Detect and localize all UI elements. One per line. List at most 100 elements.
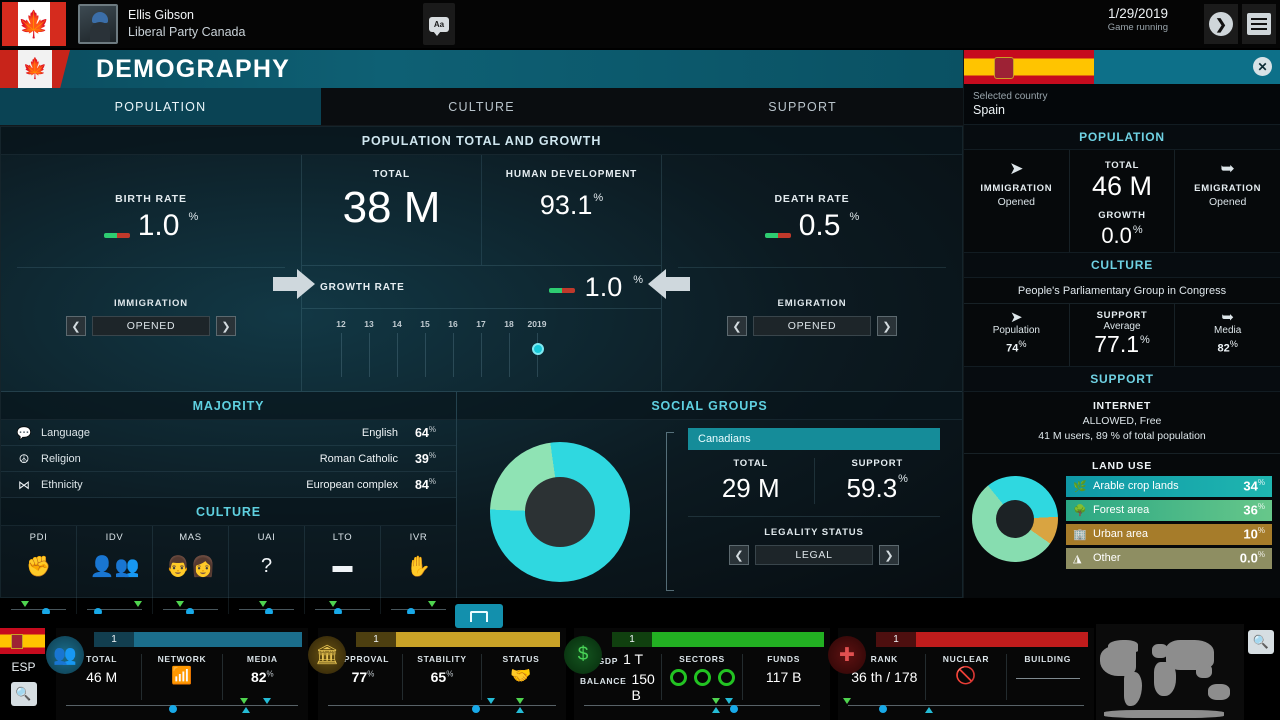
sidebar-total-label: TOTAL <box>1105 160 1139 171</box>
growth-rate-label: GROWTH RATE <box>320 282 405 293</box>
legality-stepper: ❮ LEGAL ❯ <box>688 545 940 565</box>
hud-value: 36 th / 178 <box>851 669 917 685</box>
sidebar-culture-media: ➥ Media 82% <box>1174 304 1280 366</box>
landuse-rows: 🌿 Arable crop lands 34% 🌳 Forest area 36… <box>1066 476 1272 569</box>
hud-label: NUCLEAR <box>943 654 989 664</box>
list-item[interactable]: 🌿 Arable crop lands 34% <box>1066 476 1272 497</box>
selected-country-name: Spain <box>973 103 1280 117</box>
population-top-stats: TOTAL 38 M HUMAN DEVELOPMENT 93.1 % <box>302 155 661 265</box>
search-icon[interactable]: 🔍 <box>11 682 37 706</box>
majority-row-name: Religion <box>41 453 81 465</box>
hud-label: STATUS <box>503 654 540 664</box>
collapse-hud-button[interactable] <box>455 604 503 628</box>
hud-label: FUNDS <box>767 654 800 664</box>
legality-next-button[interactable]: ❯ <box>879 545 899 565</box>
top-buttons: ❯ <box>1204 4 1276 44</box>
sidebar-immigration: ➤ IMMIGRATION Opened <box>964 150 1069 252</box>
immigration-value: OPENED <box>92 316 210 336</box>
landuse-pct: 0.0% <box>1240 550 1265 565</box>
world-minimap[interactable] <box>1096 624 1244 720</box>
play-button[interactable]: ❯ <box>1204 4 1238 44</box>
list-item[interactable]: ◮ Other 0.0% <box>1066 548 1272 569</box>
majority-row-pct: 84% <box>398 477 436 492</box>
landuse-donut[interactable] <box>972 476 1058 562</box>
legality-label: LEGALITY STATUS <box>688 527 940 538</box>
population-block: BIRTH RATE 1.0 % IMMIGRATION ❮ OPENED ❯ <box>1 155 962 391</box>
menu-button[interactable] <box>1242 4 1276 44</box>
list-item[interactable]: 🏢 Urban area 10% <box>1066 524 1272 545</box>
internet-block: INTERNET ALLOWED, Free 41 M users, 89 % … <box>964 392 1280 454</box>
hud-label: STABILITY <box>417 654 467 664</box>
human-development-value: 93.1 <box>540 192 593 219</box>
majority-row-pct: 64% <box>398 425 436 440</box>
building-empty-slot <box>1016 678 1080 679</box>
individual-group-icon: 👤👥 <box>90 549 140 583</box>
hud-panel-economy[interactable]: $ 1 GDP 1 T BALANCE 150 B SECTORS <box>574 628 830 720</box>
hud-value: 77% <box>352 669 375 685</box>
emigration-value: OPENED <box>753 316 871 336</box>
hud-level-bar: 1 <box>612 632 824 647</box>
selected-country-label: Selected country <box>973 91 1280 102</box>
landuse-pct: 34% <box>1243 478 1265 493</box>
hud-label: BUILDING <box>1024 654 1071 664</box>
social-group-total-label: TOTAL <box>733 458 768 469</box>
arrow-left-icon: ➥ <box>1221 310 1234 325</box>
close-icon[interactable]: ✕ <box>1253 57 1272 76</box>
list-item[interactable]: 🌳 Forest area 36% <box>1066 500 1272 521</box>
majority-title: MAJORITY <box>1 392 456 420</box>
death-rate-value: 0.5 <box>799 211 841 241</box>
social-groups-donut[interactable] <box>490 442 630 582</box>
immigration-prev-button[interactable]: ❮ <box>66 316 86 336</box>
sector-rings-icon <box>670 669 735 686</box>
immigration-next-button[interactable]: ❯ <box>216 316 236 336</box>
total-label: TOTAL <box>373 169 410 180</box>
country-selector[interactable]: ESP 🔍 <box>0 628 47 706</box>
culture-dimension-lto[interactable]: LTO ▬ <box>304 526 380 624</box>
emigration-next-button[interactable]: ❯ <box>877 316 897 336</box>
minimap-zoom-button[interactable]: 🔍 <box>1248 630 1274 654</box>
sidebar-population: ➤ IMMIGRATION Opened TOTAL 46 M GROWTH 0… <box>964 150 1280 252</box>
page-title: DEMOGRAPHY <box>96 55 290 84</box>
majority-row-pct: 39% <box>398 451 436 466</box>
sidebar-growth-label: GROWTH <box>1098 210 1145 221</box>
trend-indicator-icon <box>104 233 130 238</box>
urban-icon: 🏢 <box>1073 528 1089 541</box>
tab-population[interactable]: POPULATION <box>0 88 321 126</box>
culture-dimension-pdi[interactable]: PDI ✊ <box>1 526 76 624</box>
culture-dimension-idv[interactable]: IDV 👤👥 <box>76 526 152 624</box>
table-row[interactable]: ☮ Religion Roman Catholic 39% <box>1 446 456 472</box>
emigration-prev-button[interactable]: ❮ <box>727 316 747 336</box>
sidebar-culture-population-value: 74% <box>1006 339 1026 355</box>
avatar[interactable] <box>78 4 118 44</box>
culture-dimension-uai[interactable]: UAI ? <box>228 526 304 624</box>
hud-media: MEDIA 82% <box>222 654 302 700</box>
arrow-right-icon: ➤ <box>1009 160 1023 177</box>
tick-label: 17 <box>470 319 492 329</box>
speech-bubble-button[interactable]: Aa <box>423 3 455 45</box>
collapse-up-icon <box>470 611 488 622</box>
hud-panel-demography[interactable]: 👥 1 TOTAL 46 M NETWORK 📶 MEDIA 82% <box>56 628 308 720</box>
hud-cells: APPROVAL 77% STABILITY 65% STATUS 🤝 <box>324 654 560 700</box>
landuse-name: Forest area <box>1093 504 1149 516</box>
legality-value: LEGAL <box>755 545 873 565</box>
growth-rate-unit: % <box>633 274 643 286</box>
tab-culture[interactable]: CULTURE <box>321 88 642 126</box>
hud-panel-politics[interactable]: 🏛 1 APPROVAL 77% STABILITY 65% STATUS 🤝 <box>318 628 566 720</box>
data-point[interactable] <box>532 343 544 355</box>
selected-social-group[interactable]: Canadians <box>688 428 940 450</box>
total-population-cell: TOTAL 38 M <box>302 155 481 265</box>
hud-cells: RANK 36 th / 178 NUCLEAR 🚫 BUILDING <box>844 654 1088 700</box>
hud-panel-military[interactable]: ✚ 1 RANK 36 th / 178 NUCLEAR 🚫 BUILDING <box>838 628 1094 720</box>
tab-support[interactable]: SUPPORT <box>642 88 963 126</box>
legality-prev-button[interactable]: ❮ <box>729 545 749 565</box>
population-center-column: TOTAL 38 M HUMAN DEVELOPMENT 93.1 % GROW… <box>301 155 662 391</box>
table-row[interactable]: ⋈ Ethnicity European complex 84% <box>1 472 456 498</box>
internet-title: INTERNET <box>964 399 1280 414</box>
table-row[interactable]: 💬 Language English 64% <box>1 420 456 446</box>
culture-dimension-ivr[interactable]: IVR ✋ <box>380 526 456 624</box>
game-clock: 1/29/2019 Game running <box>1108 6 1168 33</box>
culture-dimension-mas[interactable]: MAS 👨👩 <box>152 526 228 624</box>
sidebar-emigration-label: EMIGRATION <box>1194 183 1261 194</box>
hud-label: NETWORK <box>158 654 207 664</box>
sidebar-culture-stats: ➤ Population 74% SUPPORT Average 77.1 % … <box>964 304 1280 366</box>
